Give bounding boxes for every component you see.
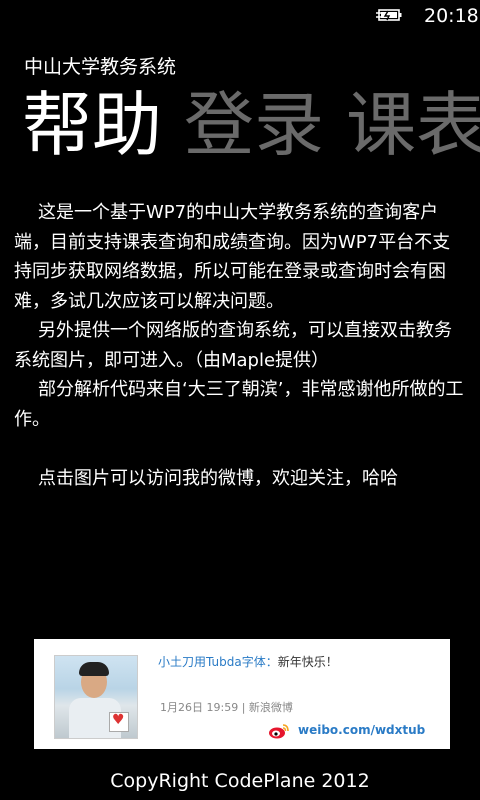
copyright: CopyRight CodePlane 2012: [110, 770, 370, 792]
weibo-author: 小土刀用Tubda字体：: [158, 655, 278, 669]
weibo-prompt: 点击图片可以访问我的微博，欢迎关注，哈哈: [38, 468, 398, 489]
help-paragraph: 另外提供一个网络版的查询系统，可以直接双击教务系统图片，即可进入。（由Maple…: [14, 320, 452, 371]
app-title: 中山大学教务系统: [24, 56, 177, 78]
help-content: 这是一个基于WP7的中山大学教务系统的查询客户端，目前支持课表查询和成绩查询。因…: [14, 198, 466, 434]
help-paragraph: 这是一个基于WP7的中山大学教务系统的查询客户端，目前支持课表查询和成绩查询。因…: [14, 202, 451, 312]
pivot-tab-login[interactable]: 登录: [184, 84, 324, 166]
help-paragraph: 部分解析代码来自‘大三了朝滨’，非常感谢他所做的工作。: [14, 379, 464, 430]
avatar: [54, 655, 138, 739]
heart-badge-icon: [109, 712, 129, 732]
pivot-header: 帮助 登录 课表: [22, 80, 480, 170]
pivot-tab-schedule[interactable]: 课表: [346, 84, 480, 166]
battery-charging-icon: [376, 9, 402, 21]
weibo-logo-icon: [269, 724, 289, 739]
weibo-card-image[interactable]: 小土刀用Tubda字体：新年快乐！ 1月26日 19:59 | 新浪微博 wei…: [34, 639, 450, 749]
status-bar: 20:18: [0, 0, 480, 32]
weibo-url: weibo.com/wdxtub: [298, 723, 426, 737]
status-clock: 20:18: [424, 5, 479, 27]
weibo-message: 新年快乐！: [277, 655, 338, 669]
pivot-tab-help[interactable]: 帮助: [22, 84, 162, 166]
weibo-post: 小土刀用Tubda字体：新年快乐！: [158, 653, 338, 670]
weibo-meta: 1月26日 19:59 | 新浪微博: [160, 701, 293, 714]
